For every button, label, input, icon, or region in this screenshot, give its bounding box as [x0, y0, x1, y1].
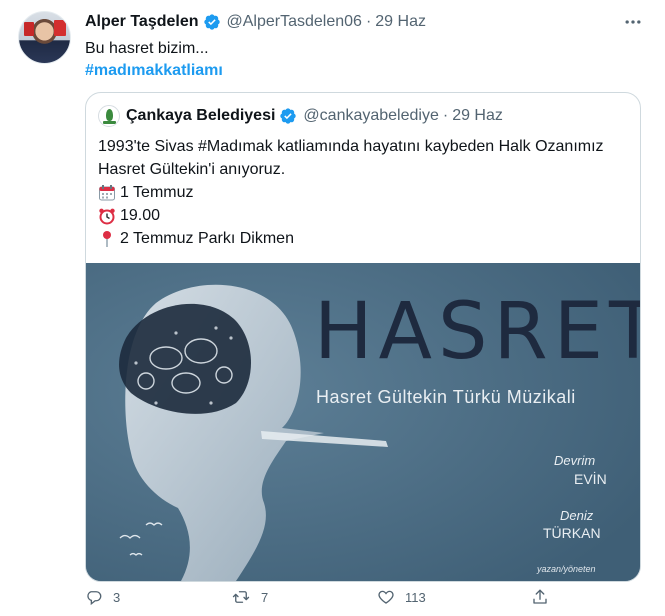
poster-subtitle: Hasret Gültekin Türkü Müzikali — [316, 387, 576, 407]
like-button[interactable]: 113 — [377, 588, 426, 606]
quoted-text: 1993'te Sivas #Madımak katliamında hayat… — [98, 135, 628, 250]
retweet-icon — [232, 591, 250, 603]
share-icon — [533, 589, 547, 604]
poster-person1-last: EVİN — [574, 471, 607, 487]
quoted-text-line: 1993'te Sivas #Madımak katliamında hayat… — [98, 138, 604, 155]
retweet-count: 7 — [261, 589, 269, 605]
event-time-line: 19.00 — [98, 204, 628, 227]
event-place: 2 Temmuz Parkı Dikmen — [120, 230, 294, 247]
alarm-clock-emoji-icon — [99, 208, 115, 224]
quoted-avatar[interactable] — [98, 105, 120, 127]
poster-person1-first: Devrim — [554, 453, 596, 468]
event-place-line: 2 Temmuz Parkı Dikmen — [98, 227, 628, 250]
reply-count: 3 — [113, 589, 121, 605]
author-name[interactable]: Alper Taşdelen — [85, 13, 199, 31]
event-time: 19.00 — [120, 207, 161, 224]
tweet-header: Alper Taşdelen @AlperTasdelen06 · 29 Haz — [85, 13, 426, 31]
like-count: 113 — [405, 589, 426, 605]
quoted-author-name[interactable]: Çankaya Belediyesi — [126, 107, 275, 125]
verified-badge-icon — [280, 108, 297, 124]
event-date-line: 1 Temmuz — [98, 181, 628, 204]
retweet-button[interactable]: 7 — [231, 588, 268, 606]
share-button[interactable] — [531, 588, 559, 606]
hashtag-link[interactable]: #madımakkatliamı — [85, 60, 223, 82]
verified-badge-icon — [203, 14, 220, 30]
quoted-tweet[interactable]: Çankaya Belediyesi @cankayabelediye · 29… — [85, 92, 641, 582]
poster-credit: yazan/yöneten — [537, 564, 596, 574]
quoted-header: Çankaya Belediyesi @cankayabelediye · 29… — [98, 105, 503, 127]
quoted-text-line: Hasret Gültekin'i anıyoruz. — [98, 161, 286, 178]
poster-title: HASRET — [314, 287, 640, 377]
calendar-emoji-icon — [99, 184, 115, 200]
round-pushpin-emoji-icon — [103, 230, 111, 247]
action-bar: 3 7 113 — [85, 588, 565, 610]
reply-icon — [87, 591, 102, 606]
separator-dot: · — [365, 13, 372, 30]
author-avatar[interactable] — [18, 11, 71, 64]
poster-person2-first: Deniz — [560, 508, 594, 523]
author-handle[interactable]: @AlperTasdelen06 — [227, 13, 362, 31]
tweet-date[interactable]: 29 Haz — [375, 13, 426, 31]
tweet[interactable]: Alper Taşdelen @AlperTasdelen06 · 29 Haz… — [0, 0, 665, 616]
more-icon[interactable] — [623, 12, 643, 37]
quoted-date[interactable]: 29 Haz — [452, 107, 503, 125]
poster-person2-last: TÜRKAN — [543, 525, 601, 541]
event-date: 1 Temmuz — [120, 184, 194, 201]
tweet-text: Bu hasret bizim... — [85, 40, 209, 57]
reply-button[interactable]: 3 — [85, 588, 120, 606]
quoted-author-handle[interactable]: @cankayabelediye — [303, 107, 438, 125]
separator-dot: · — [442, 107, 449, 124]
poster-image[interactable]: HASRET Hasret Gültekin Türkü Müzikali De… — [86, 263, 640, 581]
heart-icon — [378, 590, 394, 604]
